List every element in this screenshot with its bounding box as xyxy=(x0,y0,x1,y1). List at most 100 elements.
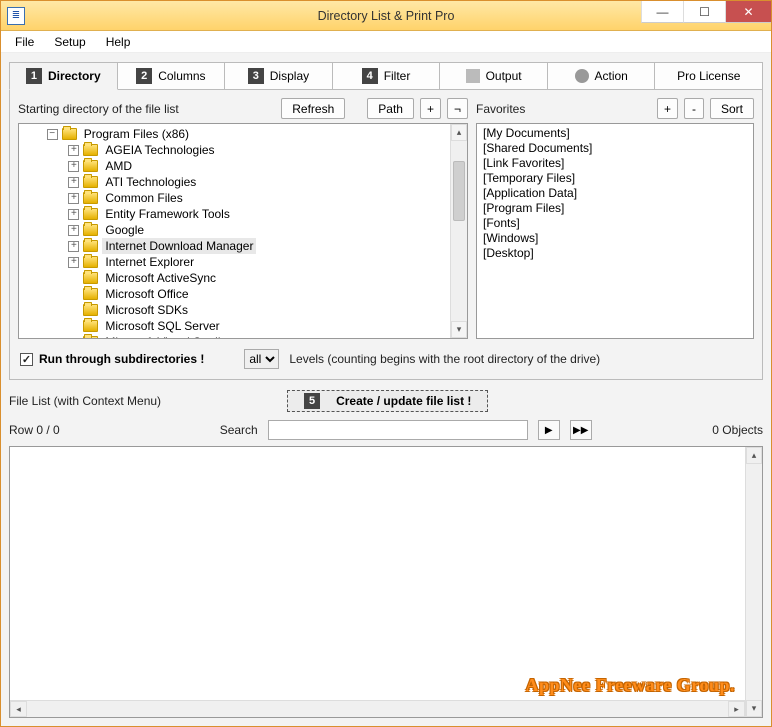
path-neg-button[interactable]: ¬ xyxy=(447,98,468,119)
path-button[interactable]: Path xyxy=(367,98,414,119)
fav-remove-button[interactable]: - xyxy=(684,98,704,119)
folder-icon xyxy=(83,192,98,204)
favorite-item[interactable]: [Fonts] xyxy=(483,216,747,231)
tree-node-label: Common Files xyxy=(102,190,185,206)
tree-node[interactable]: +Internet Download Manager xyxy=(25,238,450,254)
tree-node[interactable]: Microsoft Office xyxy=(25,286,450,302)
search-next-button[interactable]: ▶ xyxy=(538,420,560,440)
expand-icon[interactable]: + xyxy=(68,145,79,156)
search-input[interactable] xyxy=(268,420,528,440)
scroll-down-icon[interactable]: ▾ xyxy=(451,321,467,338)
scroll-up-icon[interactable]: ▴ xyxy=(746,447,762,464)
tree-node[interactable]: Microsoft SDKs xyxy=(25,302,450,318)
expand-icon[interactable]: + xyxy=(68,225,79,236)
tree-node[interactable]: + ATI Technologies xyxy=(25,174,450,190)
create-filelist-button[interactable]: 5 Create / update file list ! xyxy=(287,390,488,412)
folder-icon xyxy=(62,128,77,140)
tree-node-label: Google xyxy=(102,222,147,238)
create-filelist-label: Create / update file list ! xyxy=(336,394,471,408)
tree-node[interactable]: Microsoft SQL Server xyxy=(25,318,450,334)
menu-setup[interactable]: Setup xyxy=(44,33,95,51)
file-list-area[interactable]: AppNee Freeware Group. ◂ ▸ ▴ ▾ xyxy=(9,446,763,718)
tree-node[interactable]: + Entity Framework Tools xyxy=(25,206,450,222)
vscrollbar[interactable]: ▴ ▾ xyxy=(745,447,762,717)
tree-node[interactable]: + Google xyxy=(25,222,450,238)
scroll-left-icon[interactable]: ◂ xyxy=(10,701,27,717)
tree-scrollbar[interactable]: ▴ ▾ xyxy=(450,124,467,338)
expand-icon[interactable]: + xyxy=(68,209,79,220)
tree-node[interactable]: Microsoft Visual Studio xyxy=(25,334,450,338)
favorite-item[interactable]: [Shared Documents] xyxy=(483,141,747,156)
fav-sort-button[interactable]: Sort xyxy=(710,98,754,119)
tab-directory[interactable]: 1 Directory xyxy=(9,62,118,90)
hscrollbar[interactable]: ◂ ▸ xyxy=(10,700,745,717)
tree-node[interactable]: Microsoft ActiveSync xyxy=(25,270,450,286)
refresh-button[interactable]: Refresh xyxy=(281,98,345,119)
favorites-label: Favorites xyxy=(476,102,525,116)
fav-add-button[interactable]: + xyxy=(657,98,678,119)
app-icon: ≣ xyxy=(7,7,25,25)
tab-body-directory: Starting directory of the file list Refr… xyxy=(9,89,763,380)
tree-node-label: AGEIA Technologies xyxy=(102,142,217,158)
favorite-item[interactable]: [Windows] xyxy=(483,231,747,246)
run-subdirs-checkbox[interactable]: ✓ Run through subdirectories ! xyxy=(20,352,204,366)
favorite-item[interactable]: [My Documents] xyxy=(483,126,747,141)
tree-node-label: Program Files (x86) xyxy=(81,126,192,142)
tab-label: Output xyxy=(486,69,522,83)
favorite-item[interactable]: [Desktop] xyxy=(483,246,747,261)
scroll-up-icon[interactable]: ▴ xyxy=(451,124,467,141)
expand-icon[interactable]: + xyxy=(68,193,79,204)
scroll-thumb[interactable] xyxy=(453,161,465,221)
scroll-right-icon[interactable]: ▸ xyxy=(728,701,745,717)
tree-node[interactable]: + AMD xyxy=(25,158,450,174)
close-button[interactable]: ✕ xyxy=(725,1,771,23)
tree-node-label: ATI Technologies xyxy=(102,174,199,190)
scroll-down-icon[interactable]: ▾ xyxy=(746,700,762,717)
tree-node[interactable]: + AGEIA Technologies xyxy=(25,142,450,158)
folder-icon xyxy=(83,336,98,338)
tree-node-label: AMD xyxy=(102,158,135,174)
folder-icon xyxy=(83,272,98,284)
folder-icon xyxy=(83,240,98,252)
tree-node[interactable]: + Common Files xyxy=(25,190,450,206)
tab-output[interactable]: Output xyxy=(440,62,548,90)
tab-label: Action xyxy=(595,69,628,83)
tree-node-label: Entity Framework Tools xyxy=(102,206,232,222)
minimize-button[interactable]: — xyxy=(641,1,683,23)
run-subdirs-label: Run through subdirectories ! xyxy=(39,352,204,366)
tab-label: Display xyxy=(270,69,309,83)
folder-icon xyxy=(83,320,98,332)
watermark: AppNee Freeware Group. xyxy=(526,675,735,696)
tree-node-label: Microsoft SQL Server xyxy=(102,318,222,334)
search-fast-button[interactable]: ▶▶ xyxy=(570,420,592,440)
directory-tree[interactable]: − Program Files (x86) + AGEIA Technologies… xyxy=(18,123,468,339)
objects-counter: 0 Objects xyxy=(712,423,763,437)
levels-select[interactable]: all xyxy=(244,349,279,369)
tab-columns[interactable]: 2 Columns xyxy=(118,62,226,90)
step-number-icon: 5 xyxy=(304,393,320,409)
tree-root[interactable]: − Program Files (x86) xyxy=(25,126,450,142)
favorite-item[interactable]: [Program Files] xyxy=(483,201,747,216)
tab-display[interactable]: 3 Display xyxy=(225,62,333,90)
favorite-item[interactable]: [Temporary Files] xyxy=(483,171,747,186)
menu-help[interactable]: Help xyxy=(96,33,141,51)
favorites-list[interactable]: [My Documents][Shared Documents][Link Fa… xyxy=(476,123,754,339)
tree-node-label: Microsoft ActiveSync xyxy=(102,270,219,286)
tab-filter[interactable]: 4 Filter xyxy=(333,62,441,90)
tab-label: Pro License xyxy=(677,69,740,83)
tab-pro-license[interactable]: Pro License xyxy=(655,62,763,90)
expand-icon[interactable]: + xyxy=(68,177,79,188)
favorite-item[interactable]: [Application Data] xyxy=(483,186,747,201)
expand-icon[interactable]: + xyxy=(68,161,79,172)
path-add-button[interactable]: + xyxy=(420,98,441,119)
favorite-item[interactable]: [Link Favorites] xyxy=(483,156,747,171)
maximize-button[interactable]: ☐ xyxy=(683,1,725,23)
expand-icon[interactable]: + xyxy=(68,257,79,268)
collapse-icon[interactable]: − xyxy=(47,129,58,140)
document-icon xyxy=(466,69,480,83)
filelist-heading: File List (with Context Menu) xyxy=(9,394,161,408)
menu-file[interactable]: File xyxy=(5,33,44,51)
tree-node[interactable]: +Internet Explorer xyxy=(25,254,450,270)
expand-icon[interactable]: + xyxy=(68,241,79,252)
tab-action[interactable]: Action xyxy=(548,62,656,90)
